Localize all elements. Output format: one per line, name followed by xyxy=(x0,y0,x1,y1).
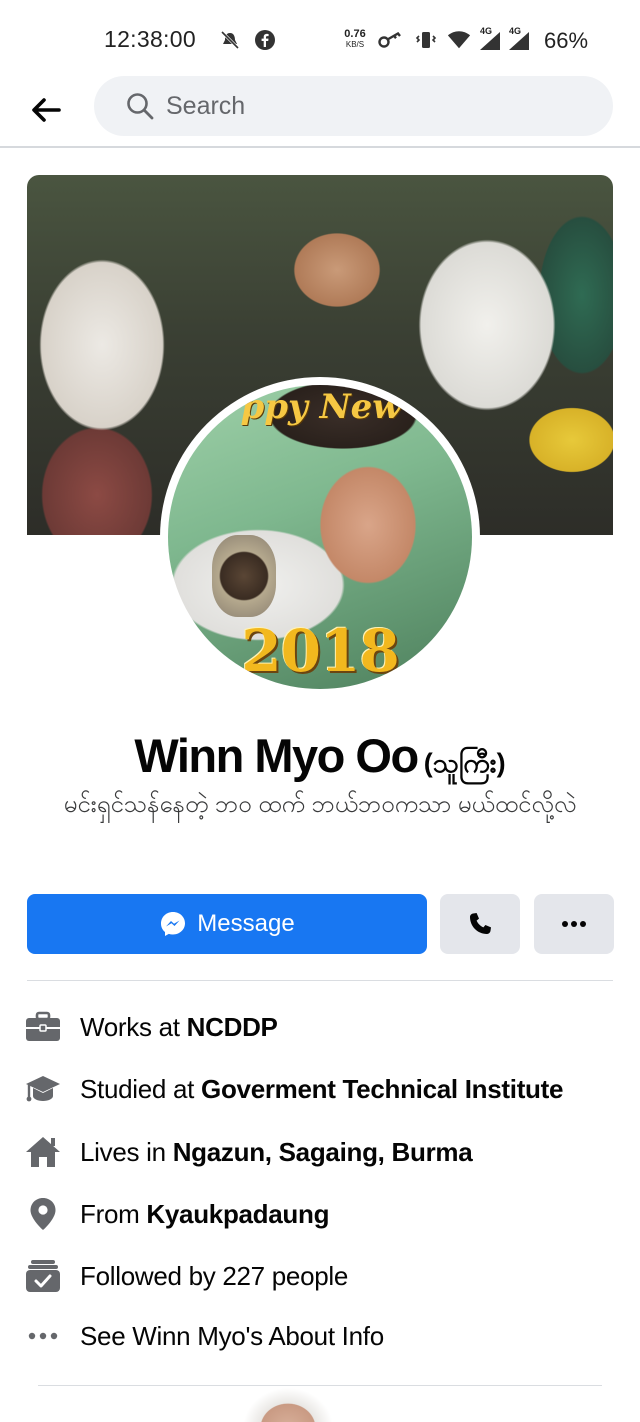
phone-icon xyxy=(470,913,491,934)
detail-current-city-text: Lives in Ngazun, Sagaing, Burma xyxy=(80,1136,473,1167)
status-time: 12:38:00 xyxy=(104,26,196,52)
network-speed: 0.76 KB/S xyxy=(340,29,370,50)
profile-picture-year-text: 2018 xyxy=(241,617,399,685)
section-divider xyxy=(27,980,613,981)
signal-strength-icon xyxy=(478,28,502,52)
more-options-icon xyxy=(562,921,586,927)
detail-education[interactable]: Studied at Goverment Technical Institute xyxy=(24,1067,624,1111)
detail-current-city[interactable]: Lives in Ngazun, Sagaing, Burma xyxy=(24,1130,624,1174)
wristwatch-graphic xyxy=(212,535,276,617)
search-header xyxy=(0,70,640,148)
profile-name-line: Winn Myo Oo (သူကြီး) xyxy=(0,728,640,786)
vpn-key-icon xyxy=(378,28,402,52)
message-button-label: Message xyxy=(197,910,295,937)
detail-work[interactable]: Works at NCDDP xyxy=(24,1005,624,1049)
detail-education-text: Studied at Goverment Technical Institute xyxy=(80,1073,564,1104)
section-divider-2 xyxy=(38,1385,602,1386)
detail-work-text: Works at NCDDP xyxy=(80,1011,278,1042)
detail-hometown-text: From Kyaukpadaung xyxy=(80,1198,330,1229)
see-about-info-link[interactable]: See Winn Myo's About Info xyxy=(24,1314,624,1358)
graduation-cap-icon xyxy=(24,1070,62,1108)
more-dots-icon xyxy=(24,1317,62,1355)
battery-percentage: 66% xyxy=(544,28,589,53)
profile-bio: မင်းရှင်သန်နေတဲ့ ဘဝ ထက် ဘယ်ဘဝကသာ မယ်ထင်လ… xyxy=(63,791,577,818)
detail-hometown[interactable]: From Kyaukpadaung xyxy=(24,1192,624,1236)
profile-picture[interactable]: ppy New 2018 xyxy=(168,385,472,689)
profile-alternate-name: (သူကြီး) xyxy=(423,748,506,778)
profile-name: Winn Myo Oo xyxy=(134,729,419,782)
next-section-photo-peek xyxy=(238,1386,338,1422)
message-button[interactable]: Message xyxy=(27,894,427,954)
briefcase-icon xyxy=(24,1008,62,1046)
wifi-icon xyxy=(447,28,471,52)
network-speed-unit: KB/S xyxy=(345,40,365,49)
detail-followers-text: Followed by 227 people xyxy=(80,1260,349,1291)
more-options-button[interactable] xyxy=(534,894,614,954)
home-icon xyxy=(24,1133,62,1171)
status-bar: 12:38:00 0.76 KB/S 4G 4G 66% xyxy=(0,0,640,78)
search-bar[interactable] xyxy=(94,76,613,136)
back-arrow-icon xyxy=(32,98,61,122)
detail-followers[interactable]: Followed by 227 people xyxy=(24,1254,624,1298)
profile-picture-greeting-text: ppy New xyxy=(240,387,402,427)
search-icon xyxy=(127,93,154,120)
signal-strength-icon-2 xyxy=(507,28,531,52)
do-not-disturb-icon xyxy=(218,28,242,52)
network-speed-value: 0.76 xyxy=(344,28,366,40)
call-button[interactable] xyxy=(440,894,520,954)
vibrate-icon xyxy=(414,28,438,52)
location-pin-icon xyxy=(24,1195,62,1233)
back-button[interactable] xyxy=(26,90,66,130)
messenger-icon xyxy=(161,912,186,936)
search-input[interactable] xyxy=(166,87,586,125)
followers-icon xyxy=(24,1257,62,1295)
see-about-info-text: See Winn Myo's About Info xyxy=(80,1320,384,1351)
facebook-notification-icon xyxy=(253,28,277,52)
